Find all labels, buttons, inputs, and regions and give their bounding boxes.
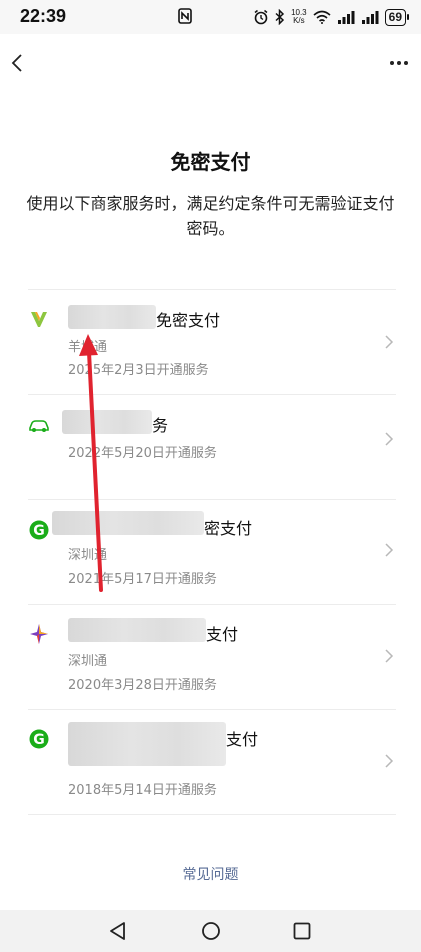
nav-home-circle-icon[interactable] [201, 921, 221, 941]
activation-date: 2020年3月28日开通服务 [68, 678, 217, 693]
car-icon [28, 415, 50, 437]
merchant-name: 羊城通 [68, 340, 108, 355]
activation-date: 2021年5月17日开通服务 [68, 572, 217, 587]
activation-date: 2025年2月3日开通服务 [68, 363, 209, 378]
network-speed: 10.3 K/s [291, 9, 307, 25]
status-icons: 10.3 K/s 69 [253, 6, 409, 28]
service-list: 免密支付 羊城通 2025年2月3日开通服务 务 2022年5月20日开通服务 [28, 289, 396, 815]
activation-date: 2022年5月20日开通服务 [68, 446, 217, 461]
svg-text:G: G [33, 732, 45, 748]
redacted-text [68, 722, 226, 766]
service-name: 务 [152, 416, 169, 435]
redacted-text [62, 410, 152, 434]
more-button[interactable] [387, 52, 411, 74]
battery-cap [407, 14, 409, 20]
page-description: 使用以下商家服务时，满足约定条件可无需验证支付密码。 [26, 194, 395, 238]
network-speed-unit: K/s [293, 16, 305, 25]
page-title: 免密支付 [170, 150, 251, 174]
g-logo-icon: G [28, 728, 50, 750]
chevron-right-icon [385, 432, 394, 446]
nav-back-triangle-icon[interactable] [108, 921, 128, 941]
chevron-right-icon [385, 754, 394, 768]
service-name: 支付 [206, 625, 239, 644]
service-name: 免密支付 [156, 311, 221, 330]
list-item[interactable]: 支付 深圳通 2020年3月28日开通服务 [28, 605, 396, 710]
list-item[interactable]: 务 2022年5月20日开通服务 [28, 395, 396, 500]
wifi-icon [313, 10, 331, 24]
svg-text:G: G [33, 523, 45, 539]
signal-icon-1 [337, 11, 355, 24]
v-logo-icon [28, 308, 50, 330]
g-logo-icon: G [28, 519, 50, 541]
redacted-text [68, 305, 156, 329]
screen: 22:39 10.3 K/s 69 免密支付 使用以下商家服务时，满足约定条件可… [0, 0, 421, 952]
star-logo-icon [28, 623, 50, 645]
list-item[interactable]: 免密支付 羊城通 2025年2月3日开通服务 [28, 290, 396, 395]
service-name: 支付 [226, 730, 259, 749]
signal-icon-2 [361, 11, 379, 24]
alarm-icon [254, 9, 268, 25]
status-time: 22:39 [20, 6, 67, 26]
battery-level: 69 [384, 8, 406, 26]
list-item[interactable]: G 密支付 深圳通 2021年5月17日开通服务 [28, 500, 396, 605]
nfc-icon [178, 8, 192, 24]
merchant-name: 深圳通 [68, 654, 108, 669]
status-bar: 22:39 10.3 K/s 69 [0, 0, 421, 34]
list-item[interactable]: G 支付 2018年5月14日开通服务 [28, 710, 396, 815]
back-button[interactable] [6, 48, 28, 78]
bluetooth-icon [275, 9, 285, 25]
redacted-text [52, 511, 204, 535]
battery-indicator: 69 [384, 8, 409, 26]
chevron-left-icon [11, 54, 22, 72]
nav-recents-square-icon[interactable] [292, 921, 312, 941]
service-name: 密支付 [204, 519, 253, 538]
merchant-name: 深圳通 [68, 548, 108, 563]
activation-date: 2018年5月14日开通服务 [68, 783, 217, 798]
more-dots-icon [390, 61, 408, 65]
chevron-right-icon [385, 543, 394, 557]
system-nav-bar [0, 910, 421, 952]
redacted-text [68, 618, 206, 642]
chevron-right-icon [385, 649, 394, 663]
chevron-right-icon [385, 335, 394, 349]
faq-link[interactable]: 常见问题 [0, 864, 421, 884]
